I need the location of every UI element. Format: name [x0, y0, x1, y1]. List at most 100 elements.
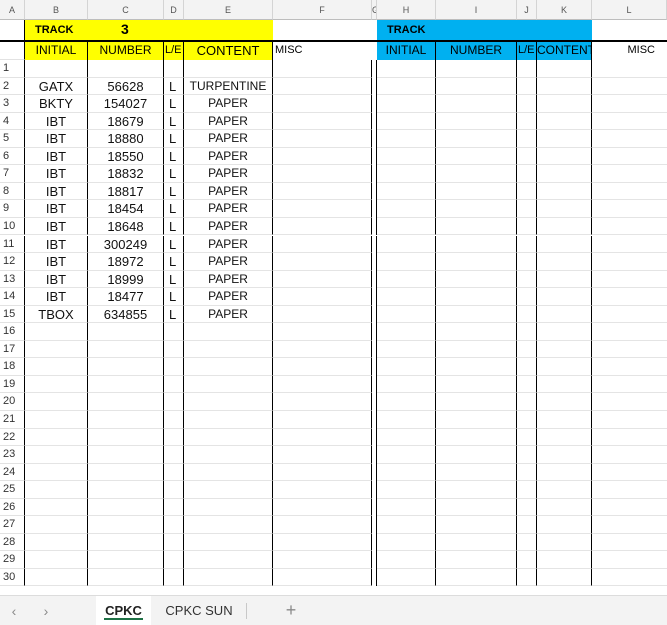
- cell-right-le[interactable]: [517, 130, 537, 148]
- column-header-i[interactable]: I: [436, 0, 517, 20]
- cell-number[interactable]: 18832: [88, 165, 164, 183]
- cell-number[interactable]: 634855: [88, 305, 164, 324]
- cell-right-le[interactable]: [517, 568, 537, 587]
- cell-right-le[interactable]: [517, 77, 537, 96]
- cell-misc[interactable]: [273, 270, 372, 289]
- cell-initial[interactable]: IBT: [25, 288, 88, 306]
- cell-le[interactable]: L: [164, 270, 184, 289]
- cell-right-le[interactable]: [517, 217, 537, 236]
- cell-right-misc[interactable]: [592, 306, 667, 324]
- cell-content[interactable]: PAPER: [184, 270, 273, 289]
- cell-right-le[interactable]: [517, 112, 537, 131]
- cell-right-number[interactable]: [436, 551, 517, 569]
- cell-le[interactable]: [164, 375, 184, 394]
- cell-right-initial[interactable]: [377, 77, 436, 96]
- cell-right-number[interactable]: [436, 60, 517, 78]
- cell-le[interactable]: [164, 551, 184, 569]
- row-header[interactable]: 23: [0, 446, 25, 464]
- cell-right-misc[interactable]: [592, 481, 667, 499]
- row-header[interactable]: 24: [0, 463, 25, 482]
- cell-number[interactable]: [88, 358, 164, 376]
- cell-content[interactable]: [184, 498, 273, 517]
- cell-right-le[interactable]: [517, 165, 537, 183]
- cell-initial[interactable]: [25, 60, 88, 78]
- cell-misc[interactable]: [273, 77, 372, 96]
- cell-right-number[interactable]: [436, 481, 517, 499]
- cell-right-misc[interactable]: [592, 183, 667, 201]
- cell-right-number[interactable]: [436, 428, 517, 447]
- cell-initial[interactable]: [25, 375, 88, 394]
- cell-misc[interactable]: [273, 340, 372, 359]
- cell-number[interactable]: [88, 393, 164, 411]
- cell-right-le[interactable]: [517, 235, 537, 254]
- cell-right-content[interactable]: [537, 253, 592, 271]
- cell-misc[interactable]: [273, 568, 372, 587]
- cell-content[interactable]: [184, 340, 273, 359]
- cell-initial[interactable]: IBT: [25, 235, 88, 254]
- cell-right-le[interactable]: [517, 305, 537, 324]
- cell-misc[interactable]: [273, 393, 372, 411]
- cell-number[interactable]: [88, 323, 164, 341]
- cell-content[interactable]: PAPER: [184, 165, 273, 183]
- cell-misc[interactable]: [273, 463, 372, 482]
- cell-right-le[interactable]: [517, 428, 537, 447]
- cell-right-content[interactable]: [537, 323, 592, 341]
- cell-number[interactable]: [88, 428, 164, 447]
- cell-right-le[interactable]: [517, 358, 537, 376]
- cell-le[interactable]: [164, 411, 184, 429]
- cell-misc[interactable]: [273, 323, 372, 341]
- cell-misc[interactable]: [273, 95, 372, 113]
- cell-right-content[interactable]: [537, 165, 592, 183]
- cell-right-number[interactable]: [436, 375, 517, 394]
- cell-right-number[interactable]: [436, 323, 517, 341]
- cell-right-content[interactable]: [537, 182, 592, 201]
- cell-number[interactable]: 18679: [88, 112, 164, 131]
- cell-initial[interactable]: [25, 446, 88, 464]
- cell-right-misc[interactable]: [592, 95, 667, 113]
- cell-misc[interactable]: [273, 112, 372, 131]
- cell-le[interactable]: [164, 428, 184, 447]
- cell-initial[interactable]: [25, 516, 88, 534]
- cell-right-le[interactable]: [517, 411, 537, 429]
- cell-number[interactable]: [88, 516, 164, 534]
- cell-number[interactable]: 18648: [88, 217, 164, 236]
- cell-right-misc[interactable]: [592, 376, 667, 394]
- cell-right-le[interactable]: [517, 463, 537, 482]
- cell-initial[interactable]: [25, 481, 88, 499]
- cell-right-number[interactable]: [436, 340, 517, 359]
- cell-right-initial[interactable]: [377, 340, 436, 359]
- cell-initial[interactable]: [25, 498, 88, 517]
- cell-number[interactable]: 18999: [88, 270, 164, 289]
- cell-right-initial[interactable]: [377, 393, 436, 411]
- row-header[interactable]: 27: [0, 516, 25, 534]
- cell-right-misc[interactable]: [592, 130, 667, 148]
- cell-right-initial[interactable]: [377, 200, 436, 218]
- cell-right-content[interactable]: [537, 130, 592, 148]
- row-header[interactable]: 18: [0, 358, 25, 376]
- cell-right-initial[interactable]: [377, 60, 436, 78]
- cell-right-misc[interactable]: [592, 271, 667, 289]
- cell-right-number[interactable]: [436, 77, 517, 96]
- cell-right-initial[interactable]: [377, 481, 436, 499]
- column-header-e[interactable]: E: [184, 0, 273, 20]
- cell-right-content[interactable]: [537, 270, 592, 289]
- cell-le[interactable]: [164, 463, 184, 482]
- cell-le[interactable]: [164, 498, 184, 517]
- cell-right-le[interactable]: [517, 498, 537, 517]
- cell-content[interactable]: PAPER: [184, 235, 273, 254]
- cell-initial[interactable]: [25, 551, 88, 569]
- row-header[interactable]: 28: [0, 533, 25, 552]
- cell-le[interactable]: [164, 446, 184, 464]
- column-header-f[interactable]: F: [273, 0, 372, 20]
- cell-le[interactable]: L: [164, 95, 184, 113]
- cell-right-misc[interactable]: [592, 534, 667, 552]
- cell-right-content[interactable]: [537, 551, 592, 569]
- cell-right-initial[interactable]: [377, 463, 436, 482]
- cell-misc[interactable]: [273, 375, 372, 394]
- row-header[interactable]: 1: [0, 60, 25, 78]
- cell-right-content[interactable]: [537, 60, 592, 78]
- cell-right-le[interactable]: [517, 551, 537, 569]
- cell-right-content[interactable]: [537, 446, 592, 464]
- cell-initial[interactable]: [25, 358, 88, 376]
- cell-misc[interactable]: [273, 305, 372, 324]
